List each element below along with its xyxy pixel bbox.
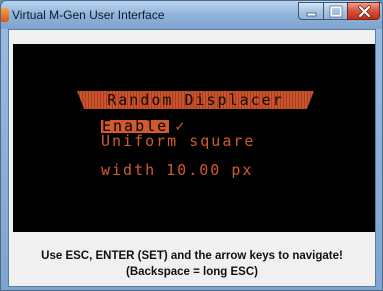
menu-item-width[interactable]: width 10.00 px <box>101 161 253 179</box>
instructions-line-1: Use ESC, ENTER (SET) and the arrow keys … <box>41 250 343 262</box>
client-area: Random Displacer Enable ✓ Uniform square … <box>8 29 376 287</box>
app-window: Virtual M-Gen User Interface Random Disp… <box>0 0 383 291</box>
width-unit: px <box>231 161 254 179</box>
app-icon <box>1 8 9 22</box>
lcd-screen: Random Displacer Enable ✓ Uniform square … <box>13 44 375 232</box>
window-title: Virtual M-Gen User Interface <box>12 8 165 22</box>
width-value: 10.00 <box>166 161 222 179</box>
width-label: width <box>101 161 157 179</box>
title-bar[interactable]: Virtual M-Gen User Interface <box>1 1 382 29</box>
maximize-button[interactable] <box>323 2 348 20</box>
instructions-text: Use ESC, ENTER (SET) and the arrow keys … <box>9 248 375 280</box>
maximize-icon <box>329 5 343 18</box>
instructions-line-2: (Backspace = long ESC) <box>126 266 258 278</box>
menu-header-title: Random Displacer <box>107 91 284 109</box>
minimize-button[interactable] <box>298 2 324 20</box>
menu-header-bar: Random Displacer <box>77 91 314 109</box>
close-icon <box>358 5 371 18</box>
menu-item-mode[interactable]: Uniform square <box>101 132 255 150</box>
close-button[interactable] <box>347 2 380 20</box>
minimize-icon <box>306 12 317 17</box>
